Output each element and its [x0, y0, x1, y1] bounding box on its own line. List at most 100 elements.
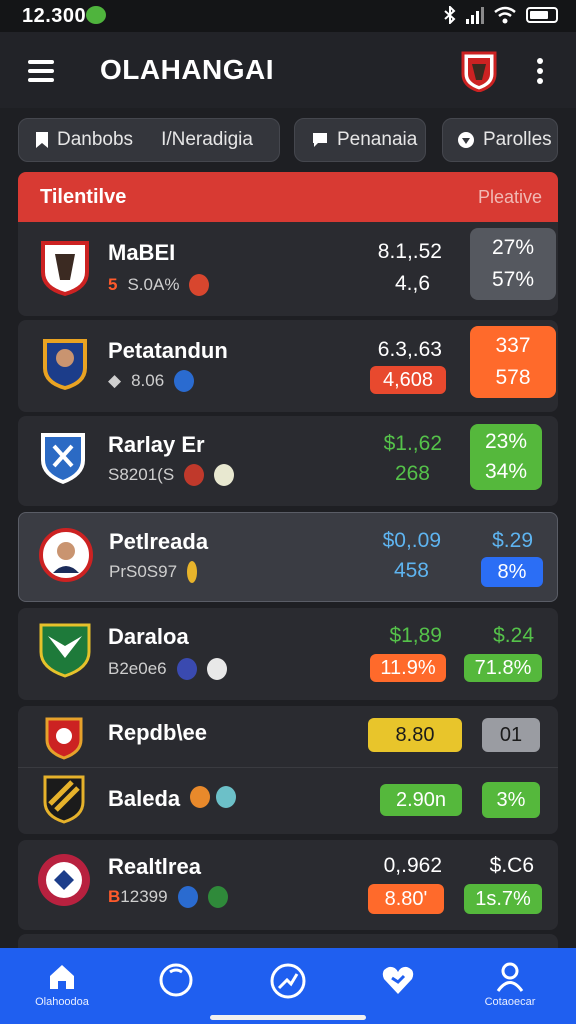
stat-value-1: 337: [495, 334, 531, 357]
filter-chip-parolles[interactable]: Parolles: [442, 118, 558, 162]
nav-favorites[interactable]: [358, 948, 438, 1024]
list-item[interactable]: Daraloa B2e0e6 $1,89 11.9% $.24 71.8%: [18, 608, 558, 700]
stat-pill[interactable]: 01: [482, 718, 540, 752]
team-name: Baleda: [108, 786, 181, 811]
price-primary: $1,89: [389, 624, 442, 647]
stat-value-2: 34%: [484, 460, 528, 483]
team-sub-text: PrS0S97: [109, 562, 178, 581]
stat-value-2: 8%: [497, 560, 527, 583]
notification-dot-icon: [86, 6, 106, 24]
player-avatar-icon: [190, 786, 210, 808]
price-primary: $0,.09: [382, 529, 441, 552]
battery-icon: [526, 7, 558, 23]
stat-box[interactable]: 27% 57%: [470, 228, 556, 300]
price-primary: 8.1,.52: [377, 240, 442, 263]
list-item[interactable]: MaBEI 5 S.0A% 8.1,.52 4.,6 27% 57%: [18, 222, 558, 316]
price-secondary: 4.,6: [394, 272, 430, 295]
team-name: Rarlay Er: [108, 432, 205, 457]
bluetooth-icon: [444, 6, 456, 24]
nav-home-label: Olahoodoa: [35, 996, 89, 1008]
stat-value-2: 71.8%: [474, 656, 532, 679]
price-secondary: 11.9%: [380, 656, 436, 679]
signal-icon: [466, 6, 484, 24]
filter-chip-label: Danbobs: [57, 129, 134, 150]
price-pill[interactable]: 8.80: [368, 718, 462, 752]
team-name: MaBEI: [108, 240, 176, 265]
team-sub: S8201(S: [108, 464, 235, 486]
player-avatar-icon: [184, 464, 205, 486]
list-item[interactable]: Rarlay Er S8201(S $1.,62 268 23% 34%: [18, 416, 558, 506]
stat-value-2: 578: [495, 366, 531, 389]
list-item[interactable]: Repdb\ee 8.80 01: [18, 706, 558, 768]
team-logo-icon: [39, 528, 93, 582]
stat-box[interactable]: 23% 34%: [470, 424, 542, 490]
team-name: Petlreada: [109, 529, 209, 554]
header-right-label[interactable]: Pleative: [478, 187, 542, 208]
team-rank: 5: [108, 275, 118, 294]
filter-chip-label: Parolles: [483, 129, 552, 150]
filter-chip-dashboards[interactable]: Danbobs I/Neradigia: [18, 118, 280, 162]
nav-profile-label: Cotaoecar: [484, 996, 536, 1008]
team-sub-text: B2e0e6: [108, 659, 167, 678]
list-item[interactable]: Realtlrea B12399 0,.962 8.80' $.C6 1s.7%: [18, 840, 558, 930]
player-avatar-icon: [174, 370, 195, 392]
home-indicator: [210, 1015, 366, 1020]
list-header: Tilentilve Pleative: [18, 172, 558, 222]
team-sub-text: S.0A%: [127, 275, 180, 294]
price-primary: 6.3,.63: [377, 338, 442, 361]
message-icon: [313, 133, 327, 147]
stat-value-1: 27%: [491, 236, 535, 259]
nav-profile[interactable]: Cotaoecar: [470, 948, 550, 1024]
price-pill[interactable]: 8.80': [368, 884, 444, 914]
stat-box[interactable]: 337 578: [470, 326, 556, 398]
team-logo-icon: [43, 339, 87, 390]
shield-icon: [458, 132, 474, 148]
stat-value-2: 57%: [491, 268, 535, 291]
stat-pill[interactable]: 3%: [482, 782, 540, 818]
menu-icon[interactable]: [28, 60, 54, 82]
team-logo-icon: [43, 775, 85, 824]
team-sub-text: S8201(S: [108, 465, 175, 484]
club-crest-icon[interactable]: [460, 50, 498, 92]
team-name: Realtlrea: [108, 854, 201, 879]
list-item-selected[interactable]: Petlreada PrS0S97 $0,.09 458 $.29 8%: [18, 512, 558, 602]
player-avatar-icon: [176, 658, 197, 680]
team-sub-text: 12399: [120, 887, 168, 906]
player-avatar-icon: [177, 886, 198, 908]
nav-stats[interactable]: [248, 948, 328, 1024]
ball-icon: [159, 963, 193, 997]
stat-value-1: $.24: [493, 624, 534, 647]
filter-bar: Danbobs I/Neradigia Penanaia Parolles: [0, 118, 576, 162]
stat-value: 01: [499, 723, 523, 746]
filter-chip-penanaia[interactable]: Penanaia: [294, 118, 426, 162]
stat-value-1: $.29: [492, 529, 533, 552]
stat-pill[interactable]: 8%: [481, 557, 543, 587]
team-rank: B: [108, 887, 121, 906]
stat-value-2: 1s.7%: [475, 887, 531, 910]
ball-avatar-icon: [206, 658, 227, 680]
team-sub-text: 8.06: [131, 371, 165, 390]
nav-matches[interactable]: [136, 948, 216, 1024]
list-item[interactable]: Petatandun ◆ 8.06 6.3,.63 4,608 337 578: [18, 320, 558, 412]
list-item[interactable]: Baleda 2.90n 3%: [18, 768, 558, 834]
price-value: 8.80: [395, 723, 435, 746]
status-bar: 12.300: [0, 0, 576, 32]
stat-pill[interactable]: 71.8%: [464, 654, 542, 682]
app-title: OLAHANGAI: [100, 54, 275, 85]
more-icon[interactable]: [536, 58, 544, 84]
stat-value-1: 23%: [484, 430, 528, 453]
team-sub: 5 S.0A%: [108, 274, 210, 296]
price-pill[interactable]: 11.9%: [370, 654, 446, 682]
price-pill[interactable]: 4,608: [370, 366, 446, 394]
diamond-icon: ◆: [108, 371, 122, 390]
status-time: 12.300: [22, 5, 87, 27]
home-icon: [50, 965, 74, 989]
heart-icon: [382, 966, 414, 994]
filter-chip-label: Penanaia: [337, 129, 418, 150]
stat-pill[interactable]: 1s.7%: [464, 884, 542, 914]
price-primary: 0,.962: [383, 854, 442, 877]
team-logo-icon: [45, 717, 83, 760]
price-pill[interactable]: 2.90n: [380, 784, 462, 816]
nav-home[interactable]: Olahoodoa: [22, 948, 102, 1024]
team-sub: B2e0e6: [108, 658, 227, 680]
